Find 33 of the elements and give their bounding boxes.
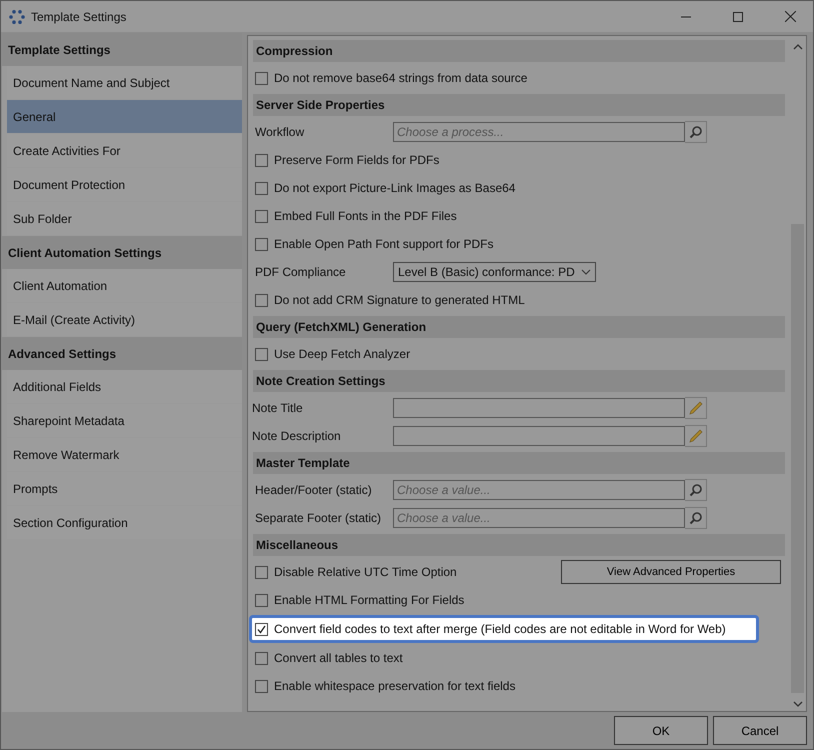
checkbox-label: Enable whitespace preservation for text fields	[274, 679, 516, 693]
section-header: Server Side Properties	[253, 94, 785, 116]
section-header: Miscellaneous	[253, 534, 785, 556]
checkbox-label: Use Deep Fetch Analyzer	[274, 347, 410, 361]
advanced-properties-button[interactable]: View Advanced Properties	[561, 560, 781, 584]
sidebar-heading: Template Settings	[2, 33, 242, 66]
checkbox-label: Preserve Form Fields for PDFs	[274, 153, 440, 167]
field-label: Separate Footer (static)	[255, 511, 382, 525]
checkbox-label: Convert field codes to text after merge (Field codes are not editable in Word for Web)	[274, 622, 726, 636]
field-label: Note Description	[252, 429, 342, 443]
field-label: Workflow	[255, 125, 306, 139]
checkbox-label: Embed Full Fonts in the PDF Files	[274, 209, 457, 223]
checkbox-label: Enable Open Path Font support for PDFs	[274, 237, 494, 251]
checkbox-label: Do not add CRM Signature to generated HTML	[274, 293, 525, 307]
cancel-button[interactable]: Cancel	[713, 716, 807, 745]
section-header: Note Creation Settings	[253, 370, 785, 392]
sidebar-item[interactable]: General	[7, 100, 242, 133]
checkbox-label: Disable Relative UTC Time Option	[274, 565, 457, 579]
section-header: Master Template	[253, 452, 785, 474]
compliance-dropdown[interactable]: Level B (Basic) conformance: PD	[393, 262, 596, 282]
checkbox-label: Convert all tables to text	[274, 651, 403, 665]
section-header: Query (FetchXML) Generation	[253, 316, 785, 338]
field-label: PDF Compliance	[255, 265, 347, 279]
checkbox-label: Enable HTML Formatting For Fields	[274, 593, 464, 607]
checkbox-label: Do not remove base64 strings from data source	[274, 71, 528, 85]
field-label: Note Title	[252, 401, 304, 415]
sidebar-heading: Client Automation Settings	[2, 236, 242, 269]
sidebar-heading: Advanced Settings	[2, 337, 242, 370]
field-label: Header/Footer (static)	[255, 483, 373, 497]
ok-button[interactable]: OK	[614, 716, 708, 745]
checkbox-label: Do not export Picture-Link Images as Base64	[274, 181, 516, 195]
window-title: Template Settings	[31, 10, 128, 24]
section-header: Compression	[253, 40, 785, 62]
